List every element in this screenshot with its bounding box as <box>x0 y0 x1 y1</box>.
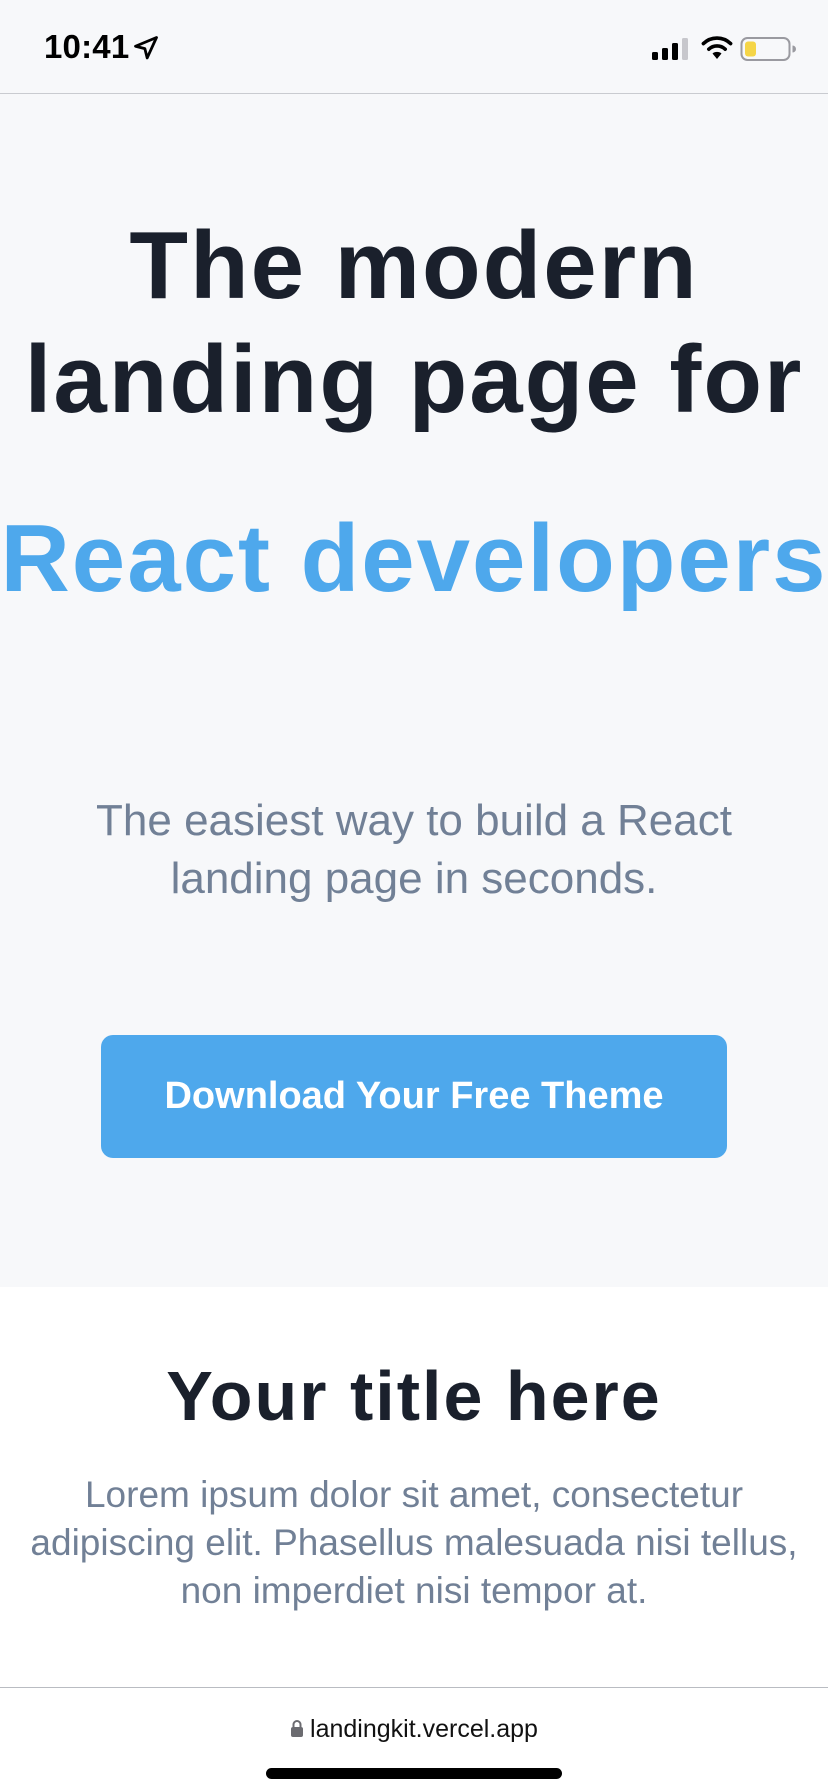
section-title: Your title here <box>166 1357 662 1435</box>
status-bar: 10:41 <box>0 0 828 94</box>
page: 10:41 The modern landing page for React … <box>0 0 828 1792</box>
browser-address-bar[interactable]: landingkit.vercel.app <box>0 1687 828 1792</box>
hero-section: The modern landing page for React develo… <box>0 94 828 1287</box>
section-body: Lorem ipsum dolor sit amet, consectetur … <box>30 1474 798 1611</box>
hero-title: The modern landing page for <box>24 212 804 433</box>
url-text: landingkit.vercel.app <box>310 1715 538 1743</box>
cellular-signal-icon <box>652 38 688 60</box>
battery-icon <box>740 37 796 61</box>
lock-icon <box>291 1720 304 1737</box>
hero-highlight: React developers <box>0 505 828 612</box>
url-row[interactable]: landingkit.vercel.app <box>0 1715 828 1744</box>
home-indicator[interactable] <box>266 1768 562 1779</box>
location-arrow-icon <box>134 36 158 60</box>
download-theme-button[interactable]: Download Your Free Theme <box>101 1035 727 1158</box>
wifi-icon <box>701 36 733 59</box>
hero-subtitle: The easiest way to build a React landing… <box>96 796 732 903</box>
status-time: 10:41 <box>44 28 130 65</box>
content-section: Your title here Lorem ipsum dolor sit am… <box>0 1287 828 1687</box>
